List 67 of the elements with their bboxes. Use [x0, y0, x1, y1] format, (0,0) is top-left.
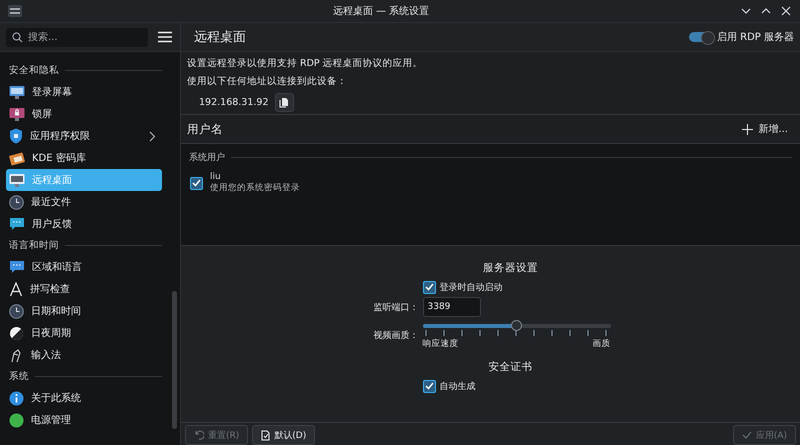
plus-icon	[742, 124, 754, 134]
field-label: 监听端口：	[374, 302, 418, 314]
sidebar-item[interactable]: 用户反馈	[6, 213, 162, 235]
chat-bubble-icon	[9, 216, 25, 232]
wallet-icon	[9, 150, 25, 166]
sidebar-item[interactable]: 日期和时间	[6, 300, 162, 322]
letter-icon	[9, 282, 23, 296]
scrollbar[interactable]	[172, 291, 177, 429]
checkmark-icon	[742, 431, 752, 439]
toggle-switch[interactable]	[688, 32, 713, 42]
slider-min-label: 响应速度	[422, 338, 458, 350]
window-title: 远程桌面 — 系统设置	[332, 4, 430, 18]
sidebar-item[interactable]: 输入法	[6, 344, 162, 366]
user-subtitle: 使用您的系统密码登录	[210, 182, 300, 194]
checkbox-label: 登录时自动启动	[440, 282, 502, 294]
search-field[interactable]: 搜索...	[6, 28, 148, 46]
autogenerate-checkbox[interactable]	[422, 380, 436, 392]
slider-thumb[interactable]	[510, 320, 522, 331]
page-title: 远程桌面	[194, 29, 246, 46]
copy-icon	[279, 97, 290, 108]
undo-icon	[194, 430, 204, 440]
autostart-checkbox[interactable]	[422, 280, 436, 294]
close-icon[interactable]	[780, 5, 792, 17]
clock-icon	[9, 304, 24, 318]
info-icon	[9, 390, 24, 406]
defaults-button[interactable]: 默认(D)	[252, 425, 316, 445]
section-heading: 安全证书	[488, 360, 532, 374]
sidebar-item[interactable]: 区域和语言	[6, 256, 162, 278]
monitor-icon	[9, 84, 25, 100]
section-heading: 系统用户	[189, 152, 225, 164]
add-user-button[interactable]: 新增...	[742, 122, 788, 136]
checkbox-label: 自动生成	[440, 380, 476, 392]
description-text: 设置远程登录以使用支持 RDP 远程桌面协议的应用。	[187, 57, 424, 70]
users-heading: 用户名	[187, 122, 223, 136]
clock-icon	[9, 194, 24, 210]
copy-button[interactable]	[274, 93, 294, 112]
search-icon	[12, 32, 23, 42]
menu-icon[interactable]	[158, 31, 172, 43]
user-name: liu	[210, 172, 222, 182]
app-menu-icon[interactable]	[8, 5, 22, 17]
lock-monitor-icon	[9, 106, 25, 122]
document-icon	[261, 430, 270, 440]
enable-rdp-toggle[interactable]: 启用 RDP 服务器	[688, 30, 794, 44]
field-label: 视频画质：	[374, 330, 418, 342]
address-prompt: 使用以下任何地址以连接到此设备：	[187, 75, 348, 88]
user-checkbox[interactable]	[190, 176, 203, 190]
sidebar-item[interactable]: 应用程序权限	[6, 125, 162, 147]
sidebar-item[interactable]: 关于此系统	[6, 387, 162, 409]
monitor-icon	[9, 172, 25, 188]
section-heading: 系统	[9, 370, 29, 383]
slider-max-label: 画质	[592, 338, 610, 350]
shield-icon	[9, 128, 23, 144]
half-circle-icon	[9, 326, 24, 340]
sidebar-item[interactable]: KDE 密码库	[6, 147, 162, 169]
sidebar-item[interactable]: 拼写检查	[6, 278, 162, 300]
port-field[interactable]: 3389	[422, 297, 480, 317]
section-heading: 安全和隐私	[9, 64, 59, 77]
chat-bubble-icon	[9, 260, 25, 274]
sidebar-item[interactable]: 锁屏	[6, 103, 162, 125]
chevron-right-icon	[149, 130, 156, 142]
sidebar-item[interactable]: 登录屏幕	[6, 81, 162, 103]
sidebar-item[interactable]: 日夜周期	[6, 322, 162, 344]
ip-address: 192.168.31.92	[199, 97, 269, 108]
sidebar-item[interactable]: 最近文件	[6, 191, 162, 213]
section-heading: 语言和时间	[9, 239, 59, 252]
section-heading: 服务器设置	[483, 261, 538, 275]
sidebar-item[interactable]: 电源管理	[6, 409, 162, 431]
